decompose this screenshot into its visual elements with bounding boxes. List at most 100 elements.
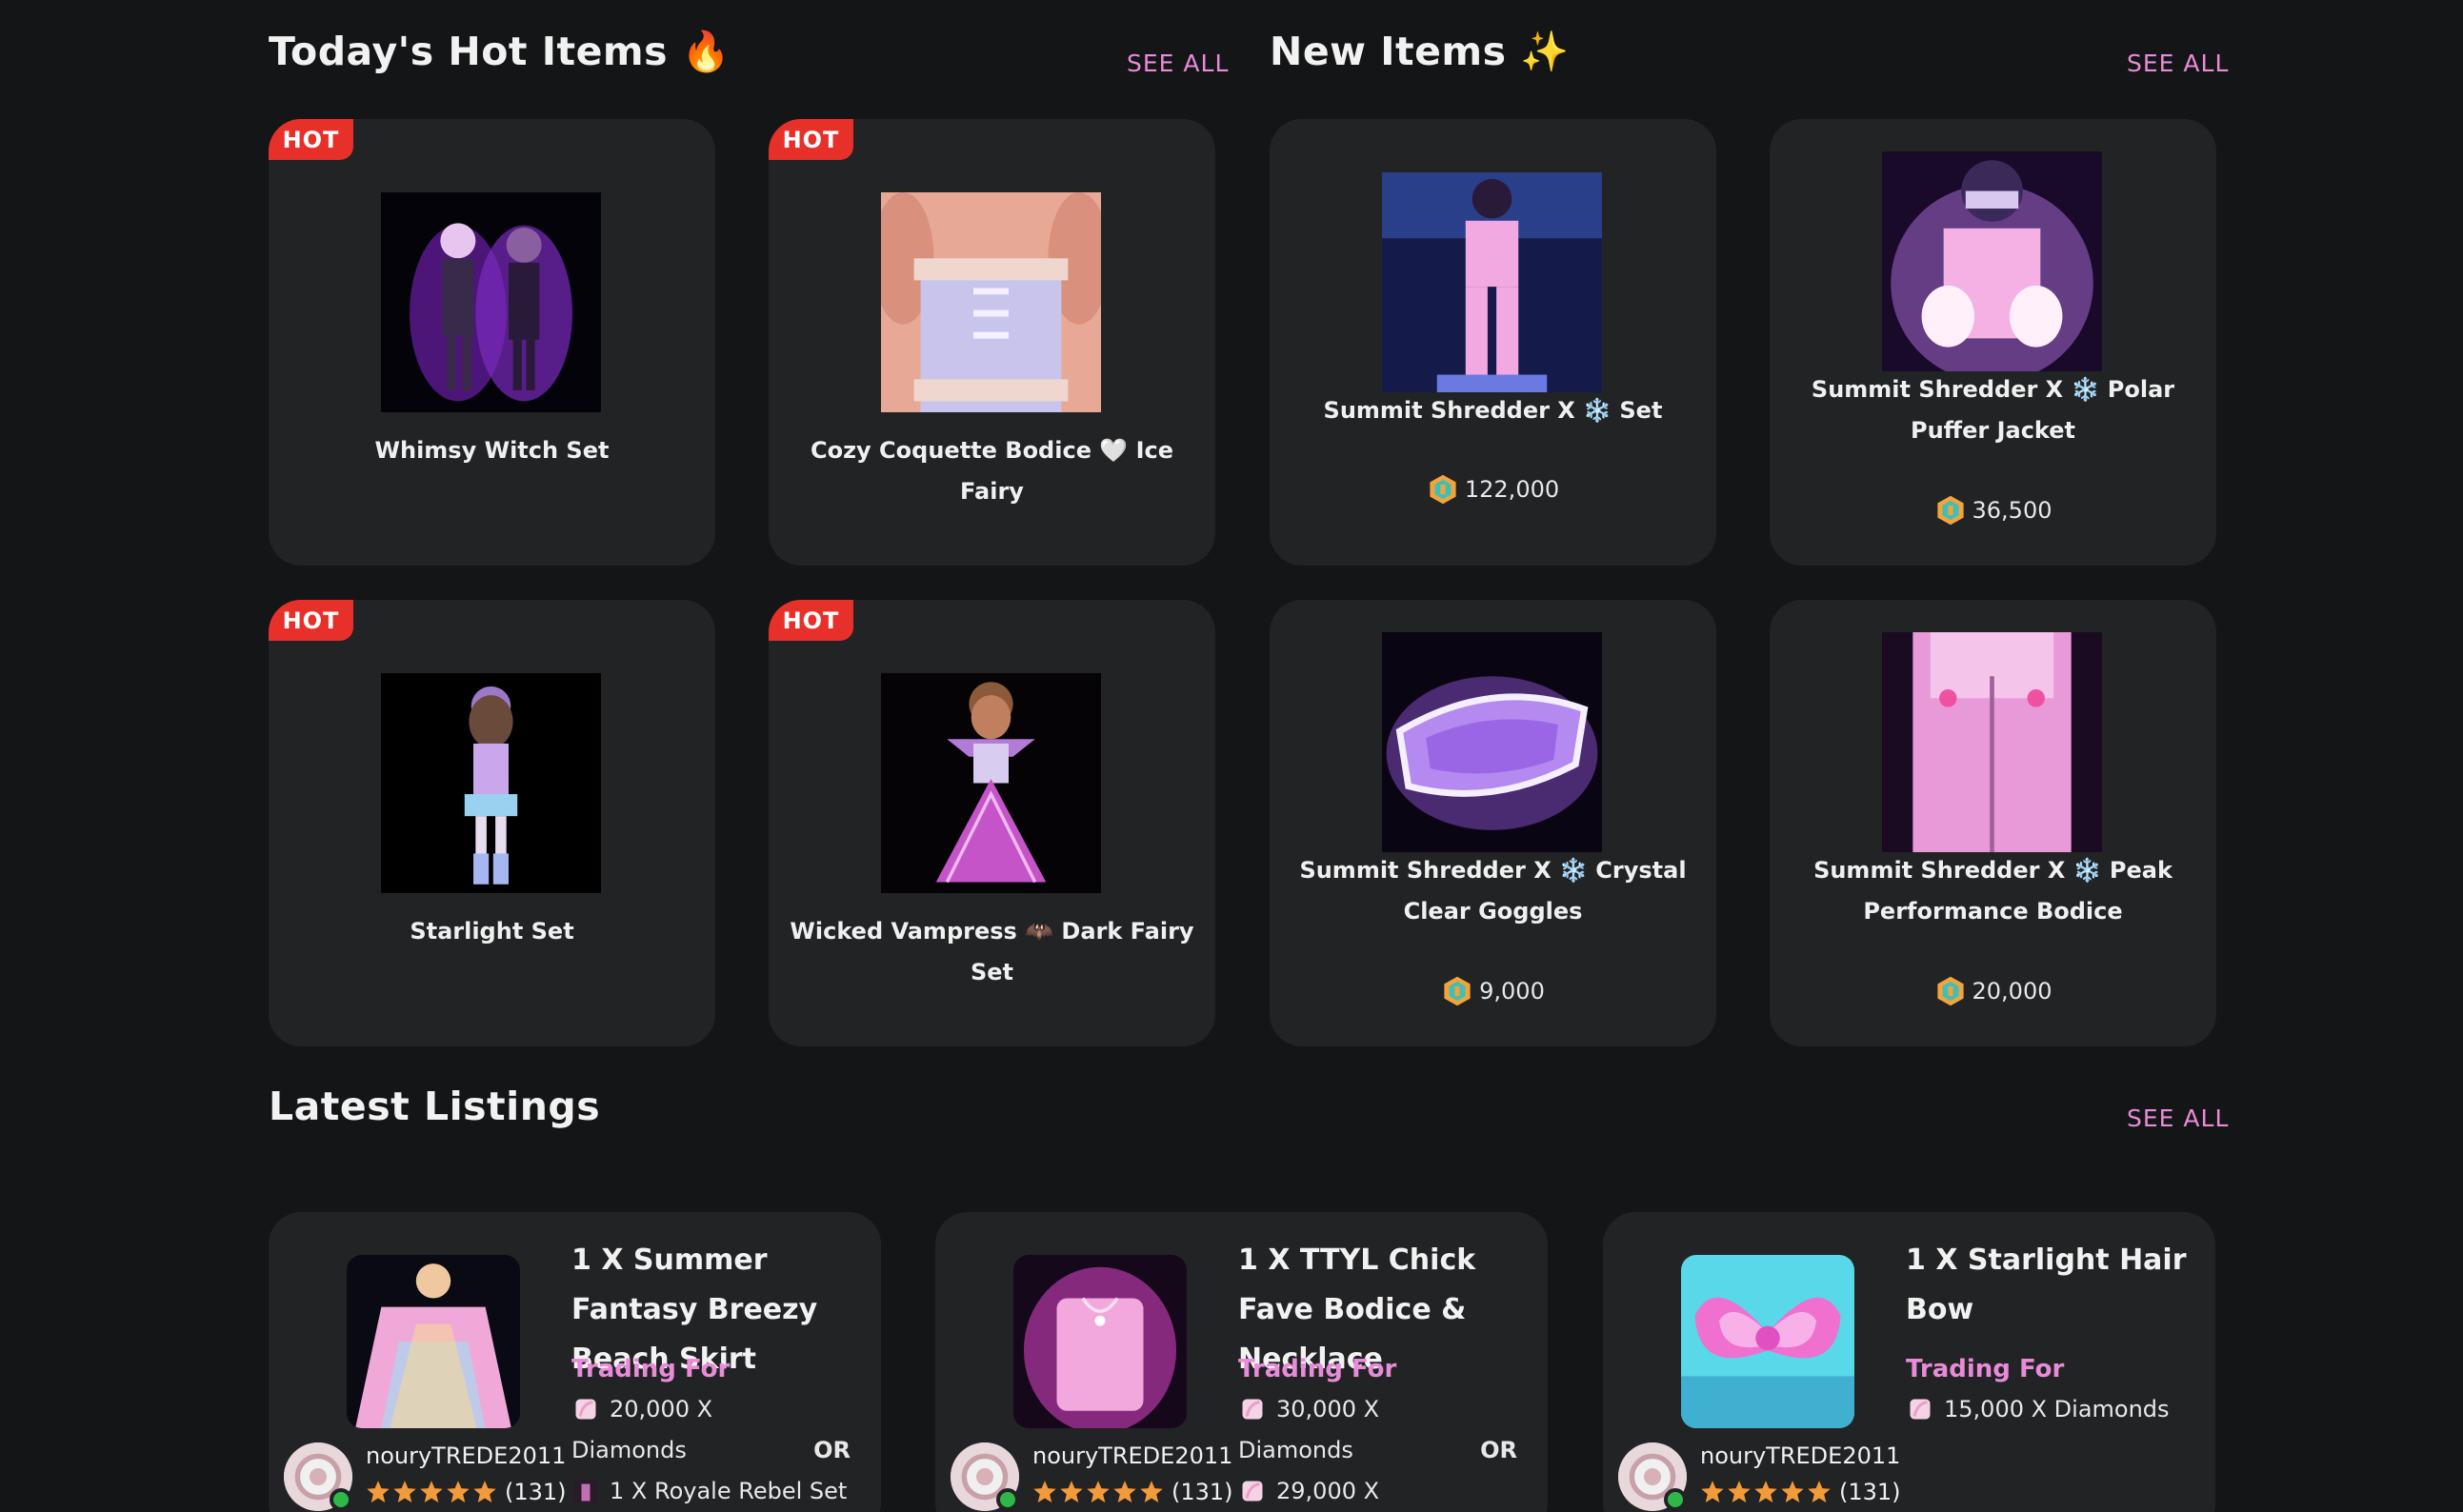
item-name: Wicked Vampress 🦇 Dark Fairy Set: [790, 918, 1194, 985]
price-value: 36,500: [1972, 497, 2052, 524]
or-label: OR: [813, 1437, 851, 1463]
star-icon: [1701, 1481, 1724, 1503]
or-label: OR: [1480, 1437, 1517, 1463]
item-thumbnail: [1882, 632, 2102, 852]
item-thumbnail: [1382, 632, 1602, 852]
hot-item-card[interactable]: HOT Wicked Vampress 🦇 Dark Fairy Set: [769, 600, 1215, 1046]
seller-name[interactable]: nouryTREDE2011: [366, 1442, 566, 1469]
seller-rating: (131): [1032, 1479, 1233, 1505]
offer-item: 29,000 X: [1238, 1477, 1379, 1505]
item-price: 20,000: [1770, 975, 2216, 1007]
price-value: 20,000: [1972, 978, 2052, 1005]
new-item-card[interactable]: Summit Shredder X ❄️ Set 122,000: [1270, 119, 1716, 566]
hot-items-title: Today's Hot Items 🔥: [269, 29, 731, 75]
trading-for-label: Trading For: [1238, 1355, 1397, 1383]
trading-for-label: Trading For: [571, 1355, 731, 1383]
star-icon: [473, 1481, 496, 1503]
star-icon: [1808, 1481, 1831, 1503]
star-icon: [1140, 1481, 1163, 1503]
star-icon: [393, 1481, 416, 1503]
star-icon: [1781, 1481, 1804, 1503]
star-icon: [1754, 1481, 1777, 1503]
item-price: 9,000: [1270, 975, 1716, 1007]
sparkles-icon: ✨: [1520, 29, 1570, 74]
listing-thumbnail: [1013, 1255, 1187, 1428]
hot-item-card[interactable]: HOT Whimsy Witch Set: [269, 119, 715, 566]
diamond-icon: [1242, 1481, 1263, 1502]
offer-item: 1 X Royale Rebel Set: [571, 1477, 847, 1505]
rating-count: (131): [505, 1479, 567, 1505]
star-icon: [1060, 1481, 1083, 1503]
star-icon: [1113, 1481, 1136, 1503]
offer-item: 20,000 X: [571, 1395, 712, 1423]
star-icon: [1033, 1481, 1056, 1503]
latest-listings-title: Latest Listings: [269, 1084, 601, 1129]
item-thumbnail: [1382, 172, 1602, 392]
offer-text: 15,000 X Diamonds: [1944, 1396, 2170, 1422]
new-items-title: New Items ✨: [1270, 29, 1570, 75]
offer-text: 20,000 X: [610, 1396, 713, 1422]
seller-name[interactable]: nouryTREDE2011: [1032, 1442, 1232, 1469]
item-price: 122,000: [1270, 473, 1716, 506]
offer-text-cont: Diamonds: [571, 1437, 687, 1463]
item-name: Whimsy Witch Set: [374, 437, 610, 464]
price-value: 9,000: [1479, 978, 1545, 1005]
item-name: Cozy Coquette Bodice 🤍 Ice Fairy: [810, 437, 1173, 505]
star-icon: [420, 1481, 443, 1503]
online-status-dot: [1664, 1488, 1687, 1511]
robux-coin-icon: [1936, 495, 1964, 526]
item-thumbnail: [881, 192, 1101, 412]
rating-count: (131): [1839, 1479, 1901, 1505]
diamond-icon: [575, 1399, 596, 1420]
star-icon: [1728, 1481, 1751, 1503]
hot-item-card[interactable]: HOT Cozy Coquette Bodice 🤍 Ice Fairy: [769, 119, 1215, 566]
seller-rating: (131): [1700, 1479, 1901, 1505]
listing-card[interactable]: 1 X Summer Fantasy Breezy Beach Skirt Tr…: [269, 1212, 881, 1512]
offer-text: 29,000 X: [1276, 1478, 1380, 1504]
listing-card[interactable]: 1 X TTYL Chick Fave Bodice & Necklace Tr…: [935, 1212, 1548, 1512]
hot-items-title-text: Today's Hot Items: [269, 29, 669, 74]
new-items-title-text: New Items: [1270, 29, 1507, 74]
offer-item: 30,000 X: [1238, 1395, 1379, 1423]
new-item-card[interactable]: Summit Shredder X ❄️ Crystal Clear Goggl…: [1270, 600, 1716, 1046]
item-name: Summit Shredder X ❄️ Set: [1323, 397, 1663, 424]
hot-badge: HOT: [769, 600, 853, 641]
diamond-icon: [1910, 1399, 1931, 1420]
listing-title: 1 X Starlight Hair Bow: [1906, 1243, 2187, 1326]
online-status-dot: [330, 1488, 352, 1511]
online-status-dot: [996, 1488, 1019, 1511]
robux-coin-icon: [1430, 474, 1456, 505]
robux-coin-icon: [1444, 976, 1471, 1006]
hot-badge: HOT: [769, 119, 853, 160]
trading-for-label: Trading For: [1906, 1355, 2065, 1383]
hot-items-see-all-link[interactable]: SEE ALL: [1127, 50, 1229, 77]
listing-thumbnail: [347, 1255, 520, 1428]
hot-item-card[interactable]: HOT Starlight Set: [269, 600, 715, 1046]
item-thumbnail: [1882, 151, 2102, 371]
price-value: 122,000: [1464, 476, 1560, 503]
offer-item: 15,000 X Diamonds: [1906, 1395, 2170, 1423]
item-name: Summit Shredder X ❄️ Polar Puffer Jacket: [1811, 376, 2175, 444]
rating-count: (131): [1171, 1479, 1233, 1505]
hot-badge: HOT: [269, 119, 353, 160]
item-name: Starlight Set: [410, 918, 574, 945]
fire-icon: 🔥: [681, 29, 731, 74]
item-name: Summit Shredder X ❄️ Crystal Clear Goggl…: [1299, 857, 1687, 925]
latest-listings-see-all-link[interactable]: SEE ALL: [2127, 1104, 2229, 1132]
hot-badge: HOT: [269, 600, 353, 641]
item-name: Summit Shredder X ❄️ Peak Performance Bo…: [1813, 857, 2173, 925]
new-item-card[interactable]: Summit Shredder X ❄️ Peak Performance Bo…: [1770, 600, 2216, 1046]
star-icon: [1087, 1481, 1110, 1503]
item-icon: [574, 1480, 597, 1502]
robux-coin-icon: [1936, 976, 1964, 1006]
seller-name[interactable]: nouryTREDE2011: [1700, 1442, 1900, 1469]
listing-thumbnail: [1681, 1255, 1854, 1428]
new-item-card[interactable]: Summit Shredder X ❄️ Polar Puffer Jacket…: [1770, 119, 2216, 566]
new-items-see-all-link[interactable]: SEE ALL: [2127, 50, 2229, 77]
seller-rating: (131): [366, 1479, 567, 1505]
listing-card[interactable]: 1 X Starlight Hair Bow Trading For 15,00…: [1603, 1212, 2215, 1512]
offer-text-cont: Diamonds: [1238, 1437, 1353, 1463]
item-thumbnail: [381, 192, 601, 412]
diamond-icon: [1242, 1399, 1263, 1420]
item-price: 36,500: [1770, 494, 2216, 527]
